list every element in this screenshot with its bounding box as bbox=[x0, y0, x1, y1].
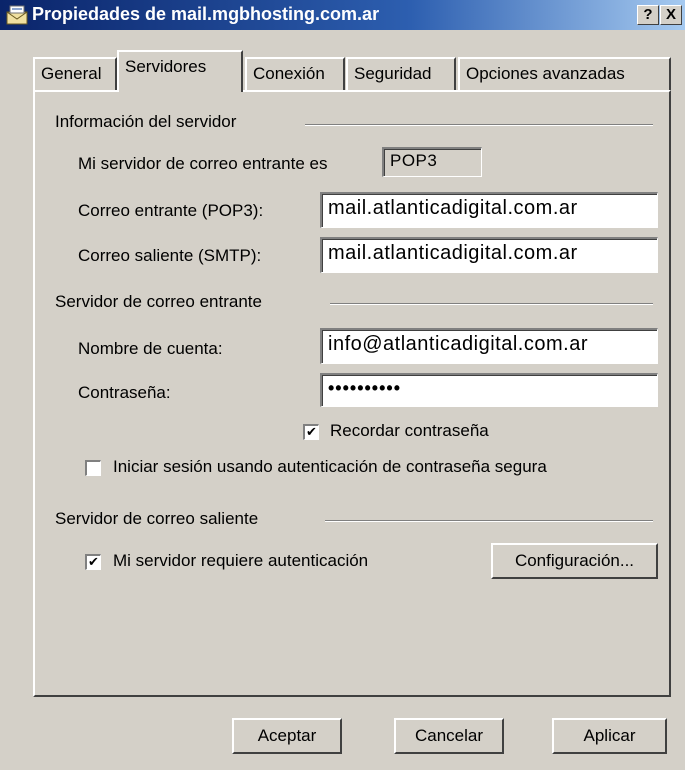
server-info-divider bbox=[305, 124, 653, 126]
secure-password-auth-label[interactable]: Iniciar sesión usando autenticación de c… bbox=[113, 457, 547, 477]
secure-password-auth-checkbox[interactable] bbox=[85, 460, 101, 476]
incoming-server-label: Correo entrante (POP3): bbox=[78, 201, 264, 220]
outgoing-server-divider bbox=[325, 520, 653, 522]
account-name-label: Nombre de cuenta: bbox=[78, 339, 223, 358]
close-button[interactable]: X bbox=[660, 5, 682, 25]
tab-conexion[interactable]: Conexión bbox=[245, 57, 345, 90]
title-bar: Propiedades de mail.mgbhosting.com.ar ? … bbox=[0, 0, 685, 30]
password-input[interactable]: •••••••••• bbox=[320, 373, 658, 407]
mail-properties-icon bbox=[6, 4, 28, 26]
ok-button[interactable]: Aceptar bbox=[232, 718, 342, 754]
account-name-input[interactable]: info@atlanticadigital.com.ar bbox=[320, 328, 658, 364]
incoming-server-group-label: Servidor de correo entrante bbox=[55, 292, 262, 312]
tab-seguridad[interactable]: Seguridad bbox=[346, 57, 456, 90]
help-button[interactable]: ? bbox=[637, 5, 659, 25]
remember-password-checkbox[interactable]: ✔ bbox=[303, 424, 319, 440]
requires-auth-label[interactable]: Mi servidor requiere autenticación bbox=[113, 551, 368, 571]
apply-button[interactable]: Aplicar bbox=[552, 718, 667, 754]
tab-general[interactable]: General bbox=[33, 57, 117, 90]
remember-password-label[interactable]: Recordar contraseña bbox=[330, 421, 489, 441]
incoming-server-input[interactable]: mail.atlanticadigital.com.ar bbox=[320, 192, 658, 228]
outgoing-server-label: Correo saliente (SMTP): bbox=[78, 246, 262, 265]
requires-auth-checkbox[interactable]: ✔ bbox=[85, 554, 101, 570]
tab-opciones-avanzadas[interactable]: Opciones avanzadas bbox=[458, 57, 671, 90]
configuration-button[interactable]: Configuración... bbox=[491, 543, 658, 579]
outgoing-server-input[interactable]: mail.atlanticadigital.com.ar bbox=[320, 237, 658, 273]
tab-servidores[interactable]: Servidores bbox=[117, 50, 243, 92]
cancel-button[interactable]: Cancelar bbox=[394, 718, 504, 754]
incoming-type-label: Mi servidor de correo entrante es bbox=[78, 154, 328, 173]
password-label: Contraseña: bbox=[78, 383, 171, 402]
incoming-type-field: POP3 bbox=[382, 147, 482, 177]
server-info-group-label: Información del servidor bbox=[55, 112, 237, 132]
outgoing-server-group-label: Servidor de correo saliente bbox=[55, 509, 259, 529]
window-title: Propiedades de mail.mgbhosting.com.ar bbox=[32, 4, 380, 24]
incoming-server-divider bbox=[330, 303, 653, 305]
